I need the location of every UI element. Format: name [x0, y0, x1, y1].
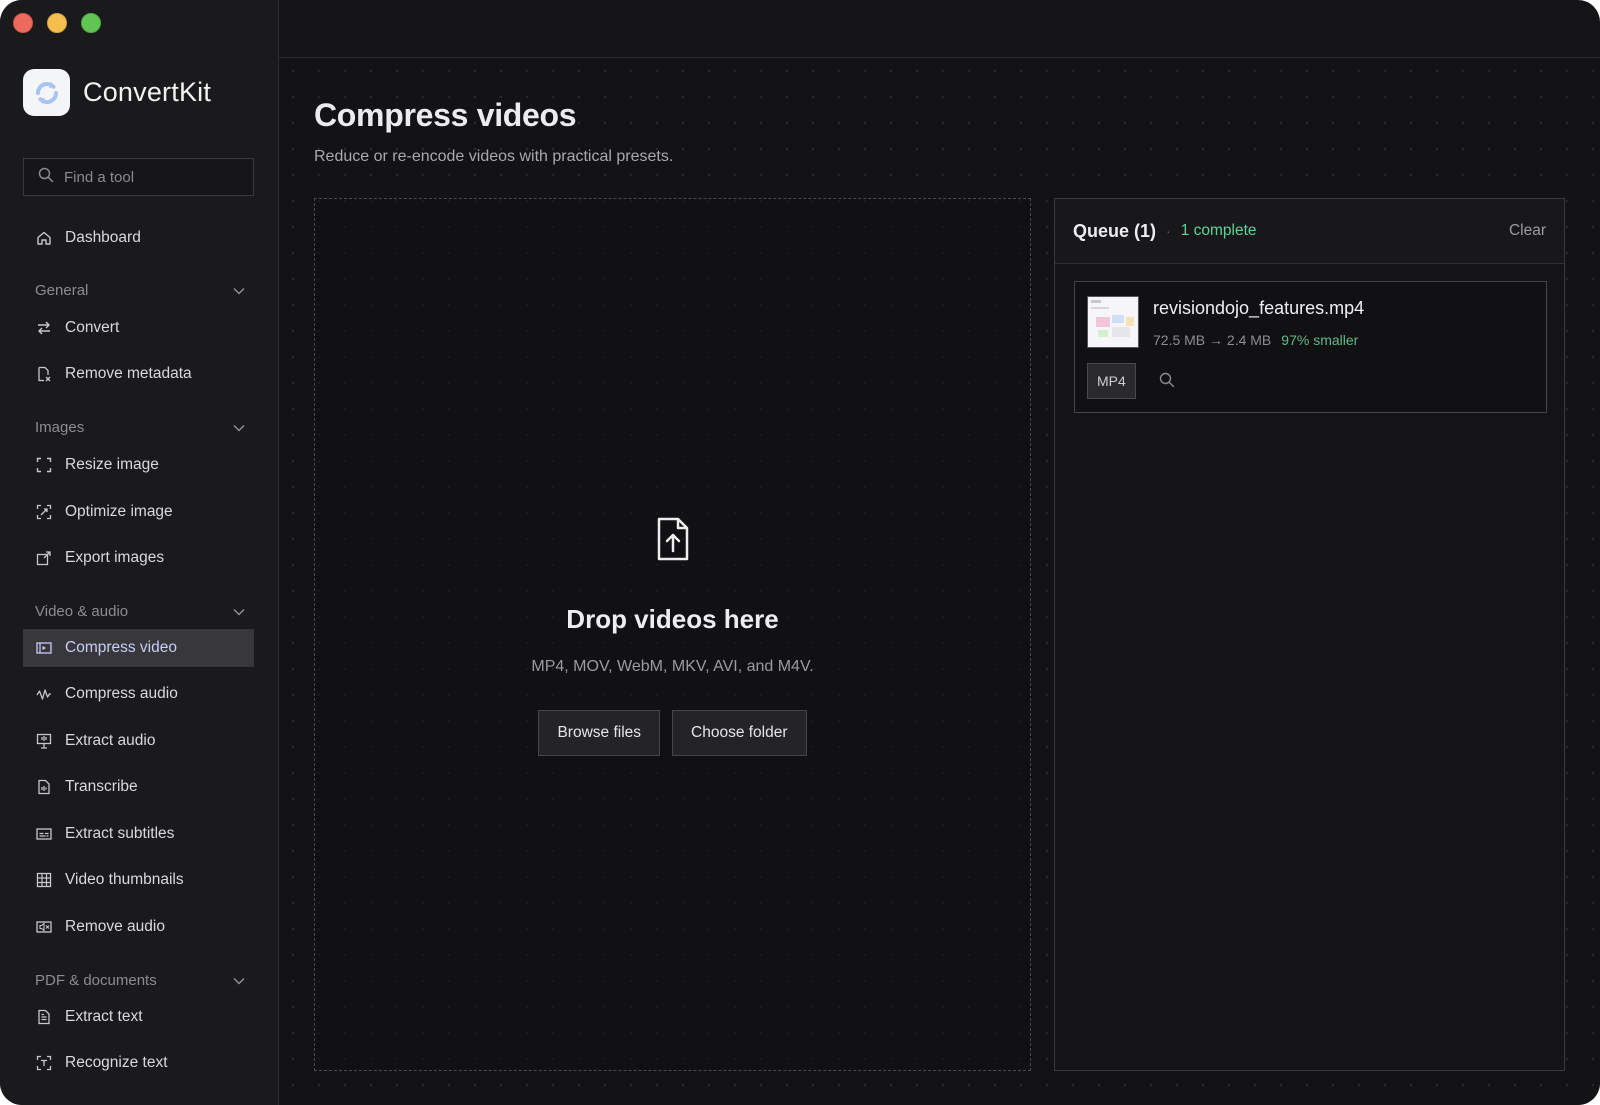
section-pdf-documents[interactable]: PDF & documents	[35, 972, 245, 989]
section-label: Images	[35, 419, 85, 436]
file-text-icon	[35, 1008, 53, 1026]
sidebar-item-label: Resize image	[65, 456, 159, 473]
video-compress-icon	[35, 639, 53, 657]
sidebar-item-label: Remove audio	[65, 918, 165, 935]
sidebar-item-label: Video thumbnails	[65, 871, 184, 888]
app-name: ConvertKit	[83, 77, 212, 107]
swap-arrows-icon	[35, 319, 53, 337]
file-name: revisiondojo_features.mp4	[1153, 298, 1365, 318]
sidebar-item-optimize-image[interactable]: Optimize image	[23, 493, 254, 531]
separator-dot: ·	[1166, 223, 1171, 239]
sidebar-item-compress-audio[interactable]: Compress audio	[23, 675, 254, 713]
dropzone-actions: Browse files Choose folder	[315, 710, 1030, 756]
queue-item[interactable]: revisiondojo_features.mp4 72.5 MB → 2.4 …	[1074, 281, 1547, 413]
search-icon[interactable]	[1159, 372, 1175, 393]
minimize-window-button[interactable]	[47, 13, 67, 33]
chevron-down-icon	[233, 972, 245, 989]
tool-search-input[interactable]	[64, 168, 244, 186]
queue-panel: Queue (1) · 1 complete Clear revisiondoj…	[1054, 198, 1565, 1071]
section-video-audio[interactable]: Video & audio	[35, 603, 245, 620]
queue-header: Queue (1) · 1 complete Clear	[1055, 199, 1564, 264]
file-size: 72.5 MB → 2.4 MB 97% smaller	[1153, 332, 1358, 348]
section-label: General	[35, 282, 89, 299]
app-window: ConvertKit Dashboard General Convert	[0, 0, 1600, 1105]
size-saving: 97% smaller	[1281, 332, 1359, 348]
search-icon	[38, 167, 54, 188]
format-badge[interactable]: MP4	[1087, 363, 1136, 399]
optimize-icon	[35, 503, 53, 521]
sidebar-item-transcribe[interactable]: Transcribe	[23, 768, 254, 806]
clear-queue-button[interactable]: Clear	[1509, 222, 1546, 240]
section-label: PDF & documents	[35, 972, 157, 989]
file-upload-icon	[656, 517, 690, 566]
page-subtitle: Reduce or re-encode videos with practica…	[314, 148, 674, 165]
sidebar: ConvertKit Dashboard General Convert	[0, 0, 279, 1105]
section-images[interactable]: Images	[35, 419, 245, 436]
file-x-icon	[35, 365, 53, 383]
sidebar-item-remove-metadata[interactable]: Remove metadata	[23, 355, 254, 393]
queue-title: Queue (1)	[1073, 220, 1157, 241]
subtitles-icon	[35, 825, 53, 843]
sidebar-item-label: Compress video	[65, 639, 177, 656]
choose-folder-button[interactable]: Choose folder	[672, 710, 807, 756]
sidebar-item-label: Dashboard	[65, 229, 141, 246]
tool-search[interactable]	[23, 158, 254, 196]
sidebar-item-compress-video[interactable]: Compress video	[23, 629, 254, 667]
sidebar-item-remove-audio[interactable]: Remove audio	[23, 908, 254, 946]
brand: ConvertKit	[23, 69, 211, 116]
size-change: 72.5 MB → 2.4 MB	[1153, 332, 1272, 348]
sidebar-item-extract-text[interactable]: Extract text	[23, 998, 254, 1036]
sidebar-item-label: Recognize text	[65, 1054, 168, 1071]
sidebar-item-label: Extract audio	[65, 732, 156, 749]
sidebar-item-resize-image[interactable]: Resize image	[23, 446, 254, 484]
monitor-audio-icon	[35, 732, 53, 750]
chevron-down-icon	[233, 603, 245, 620]
sidebar-item-label: Transcribe	[65, 778, 138, 795]
sidebar-item-convert[interactable]: Convert	[23, 309, 254, 347]
chevron-down-icon	[233, 419, 245, 436]
sidebar-item-extract-audio[interactable]: Extract audio	[23, 722, 254, 760]
sidebar-item-video-thumbnails[interactable]: Video thumbnails	[23, 861, 254, 899]
dropzone-title: Drop videos here	[566, 604, 779, 634]
zoom-window-button[interactable]	[81, 13, 101, 33]
sidebar-item-recognize-text[interactable]: Recognize text	[23, 1044, 254, 1082]
sidebar-item-export-images[interactable]: Export images	[23, 539, 254, 577]
dropzone-formats: MP4, MOV, WebM, MKV, AVI, and M4V.	[531, 658, 814, 675]
sidebar-item-label: Remove metadata	[65, 365, 192, 382]
home-icon	[35, 229, 53, 247]
video-thumbnail	[1087, 296, 1139, 348]
browse-files-button[interactable]: Browse files	[538, 710, 661, 756]
sidebar-item-label: Extract text	[65, 1008, 143, 1025]
queue-status: 1 complete	[1180, 222, 1257, 239]
audio-wave-icon	[35, 685, 53, 703]
window-controls	[13, 13, 101, 33]
sidebar-item-label: Export images	[65, 549, 165, 566]
mute-video-icon	[35, 918, 53, 936]
section-label: Video & audio	[35, 603, 129, 620]
app-logo-icon	[23, 69, 70, 116]
close-window-button[interactable]	[13, 13, 33, 33]
file-audio-icon	[35, 778, 53, 796]
scan-text-icon	[35, 1054, 53, 1072]
grid-icon	[35, 871, 53, 889]
section-general[interactable]: General	[35, 282, 245, 299]
video-dropzone[interactable]: Drop videos here MP4, MOV, WebM, MKV, AV…	[314, 198, 1031, 1071]
sidebar-item-label: Extract subtitles	[65, 825, 175, 842]
sidebar-item-label: Convert	[65, 319, 120, 336]
export-icon	[35, 549, 53, 567]
resize-icon	[35, 456, 53, 474]
page-title: Compress videos	[314, 97, 577, 133]
chevron-down-icon	[233, 282, 245, 299]
sidebar-item-extract-subtitles[interactable]: Extract subtitles	[23, 815, 254, 853]
sidebar-item-dashboard[interactable]: Dashboard	[23, 219, 254, 257]
sidebar-item-label: Optimize image	[65, 503, 173, 520]
sidebar-item-label: Compress audio	[65, 685, 178, 702]
